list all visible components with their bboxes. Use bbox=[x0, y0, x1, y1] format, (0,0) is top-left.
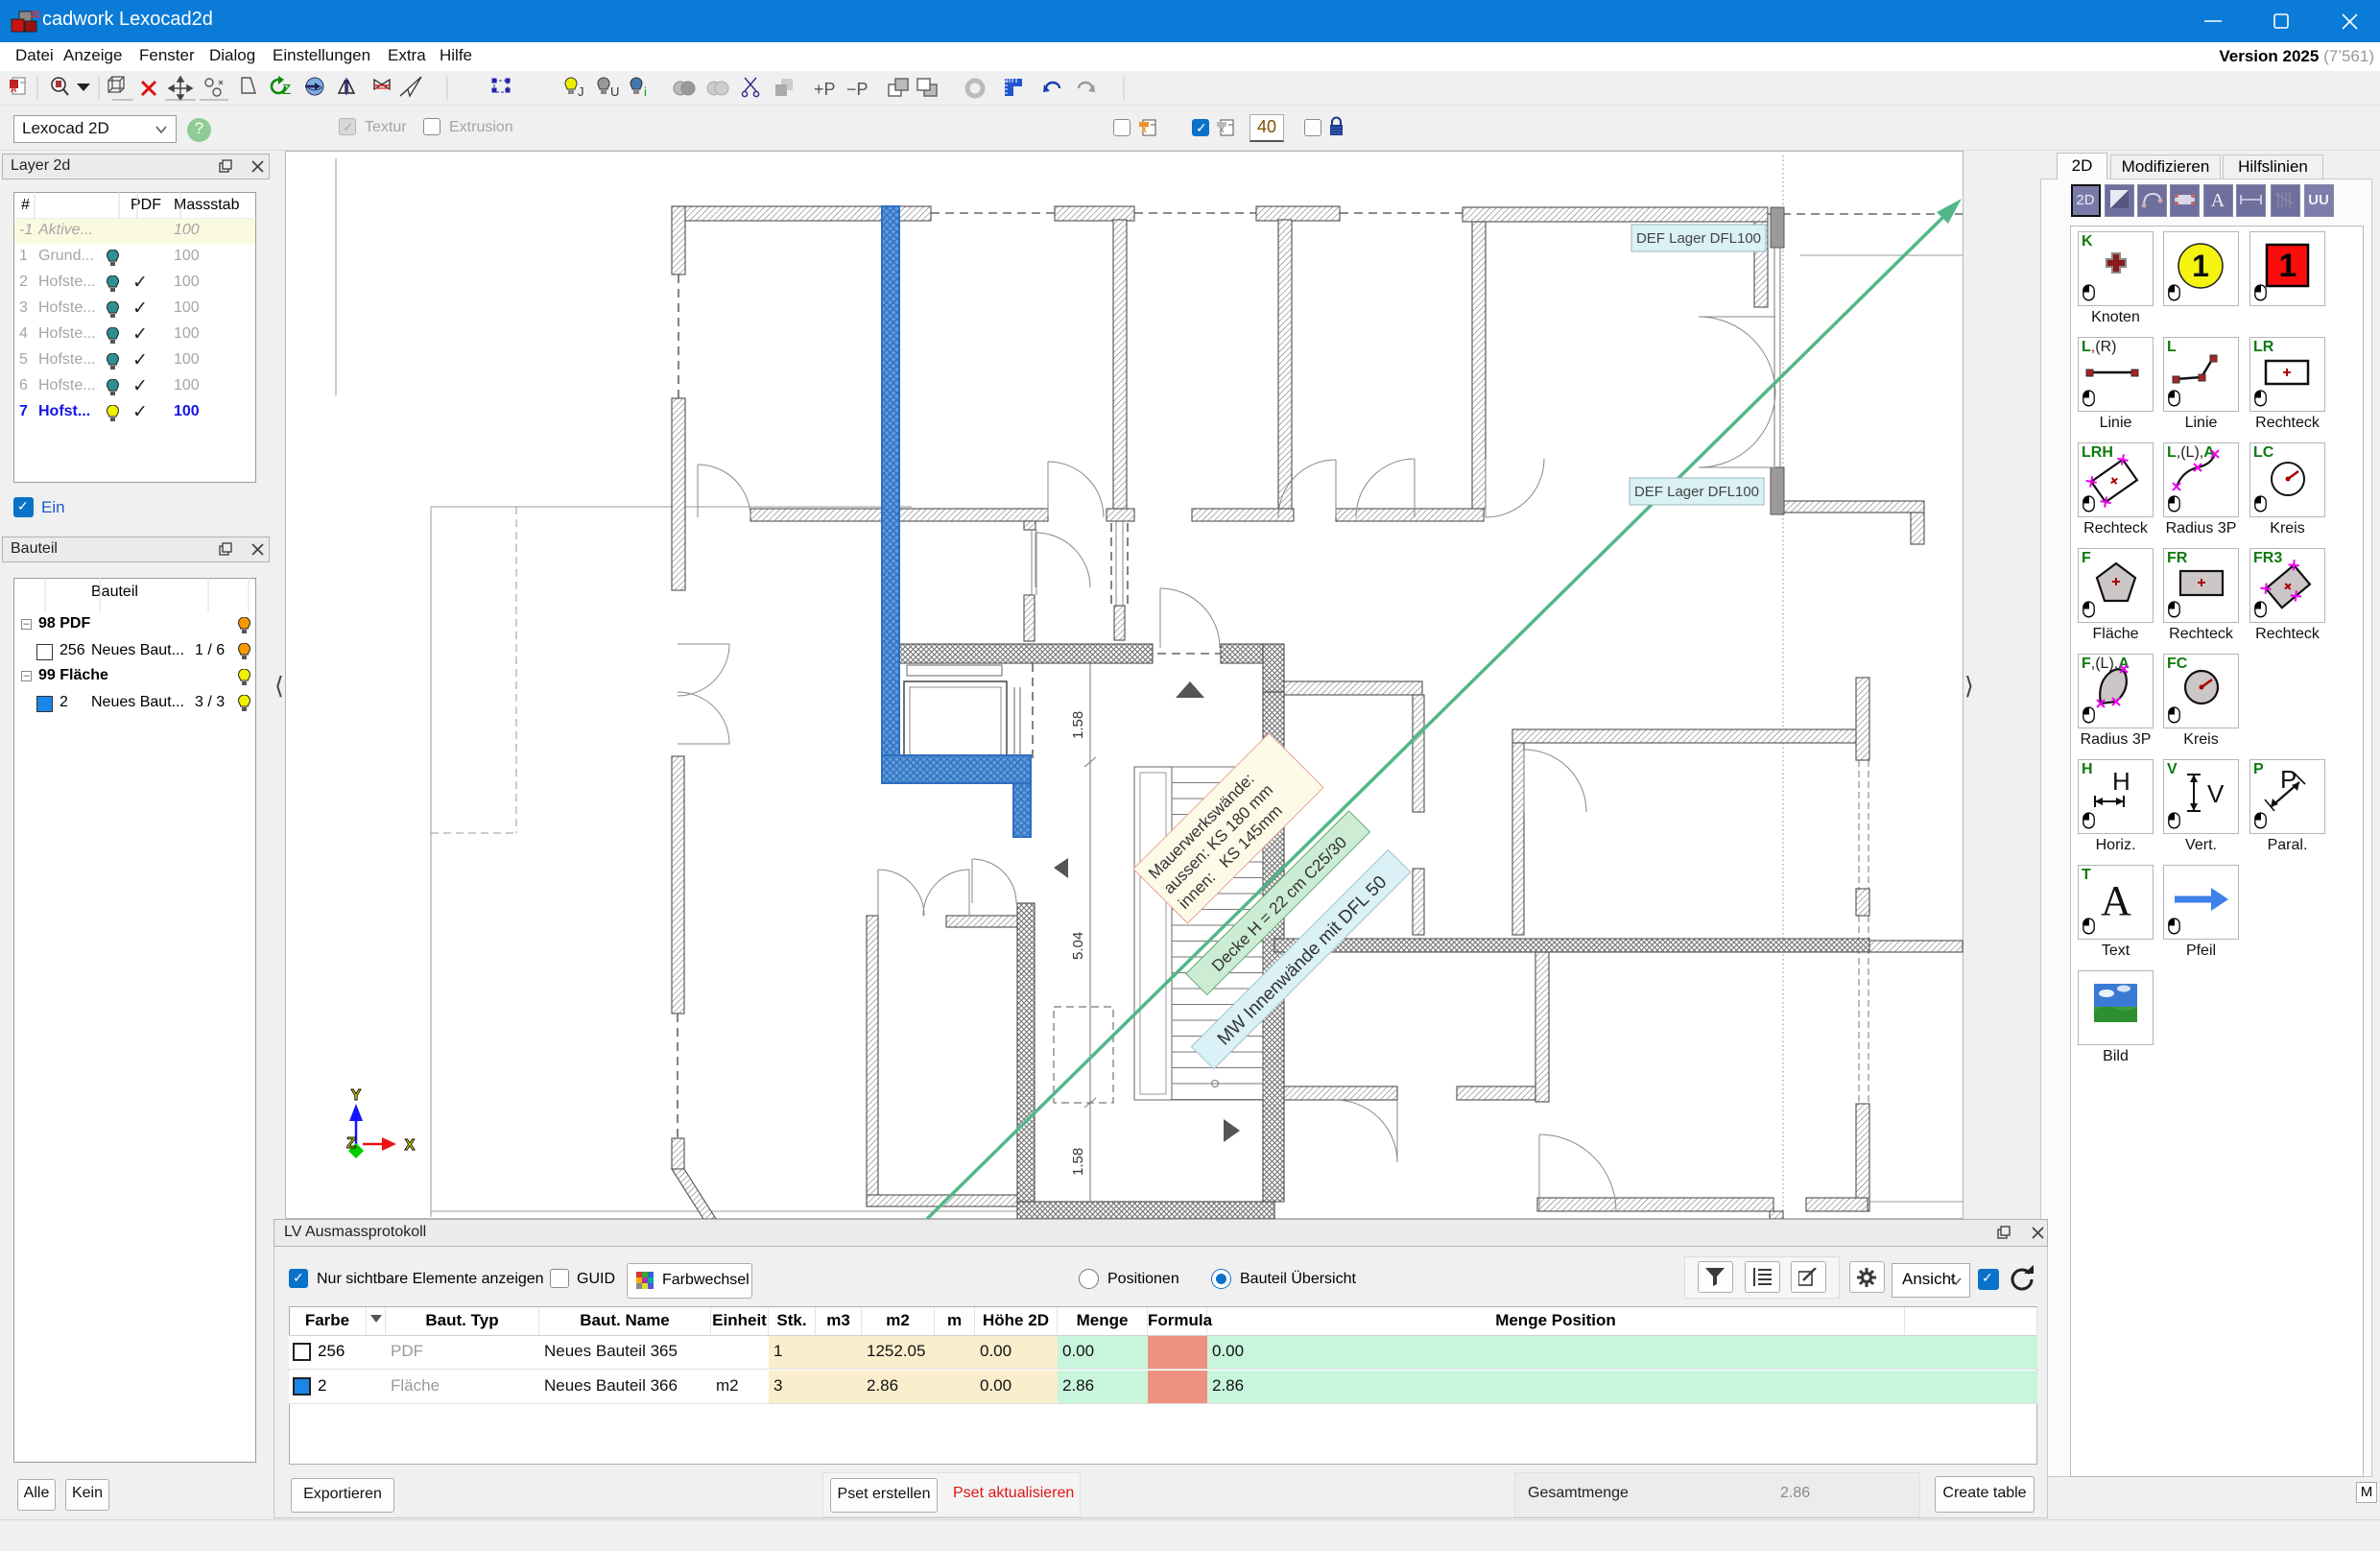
svg-text:J: J bbox=[578, 84, 584, 99]
svg-text:−P: −P bbox=[846, 80, 869, 99]
svg-text:P: P bbox=[2280, 765, 2297, 794]
svg-text:A: A bbox=[2211, 190, 2225, 211]
svg-text:H: H bbox=[2112, 767, 2130, 796]
svg-text:A: A bbox=[2101, 877, 2131, 924]
svg-text:Z: Z bbox=[346, 1135, 356, 1152]
svg-text:U: U bbox=[610, 84, 619, 99]
svg-text:V: V bbox=[2207, 779, 2225, 808]
svg-text:+P: +P bbox=[814, 80, 836, 99]
svg-text:1: 1 bbox=[2192, 249, 2209, 283]
svg-text:1: 1 bbox=[2279, 248, 2297, 284]
svg-text:2D: 2D bbox=[31, 10, 40, 19]
svg-text:UU: UU bbox=[2308, 192, 2329, 208]
svg-text:X: X bbox=[405, 1137, 416, 1154]
svg-text:i: i bbox=[644, 84, 647, 99]
svg-text:1.58: 1.58 bbox=[1070, 1148, 1086, 1176]
svg-text:1.58: 1.58 bbox=[1070, 711, 1086, 739]
svg-text:Y: Y bbox=[351, 1087, 362, 1104]
svg-text:Z: Z bbox=[282, 82, 291, 98]
svg-text:DEF Lager DFL100: DEF Lager DFL100 bbox=[1634, 484, 1759, 500]
svg-text:A: A bbox=[11, 84, 17, 94]
svg-text:5.04: 5.04 bbox=[1070, 932, 1086, 960]
svg-text:2D: 2D bbox=[2076, 192, 2094, 208]
svg-text:DEF Lager DFL100: DEF Lager DFL100 bbox=[1636, 230, 1761, 247]
